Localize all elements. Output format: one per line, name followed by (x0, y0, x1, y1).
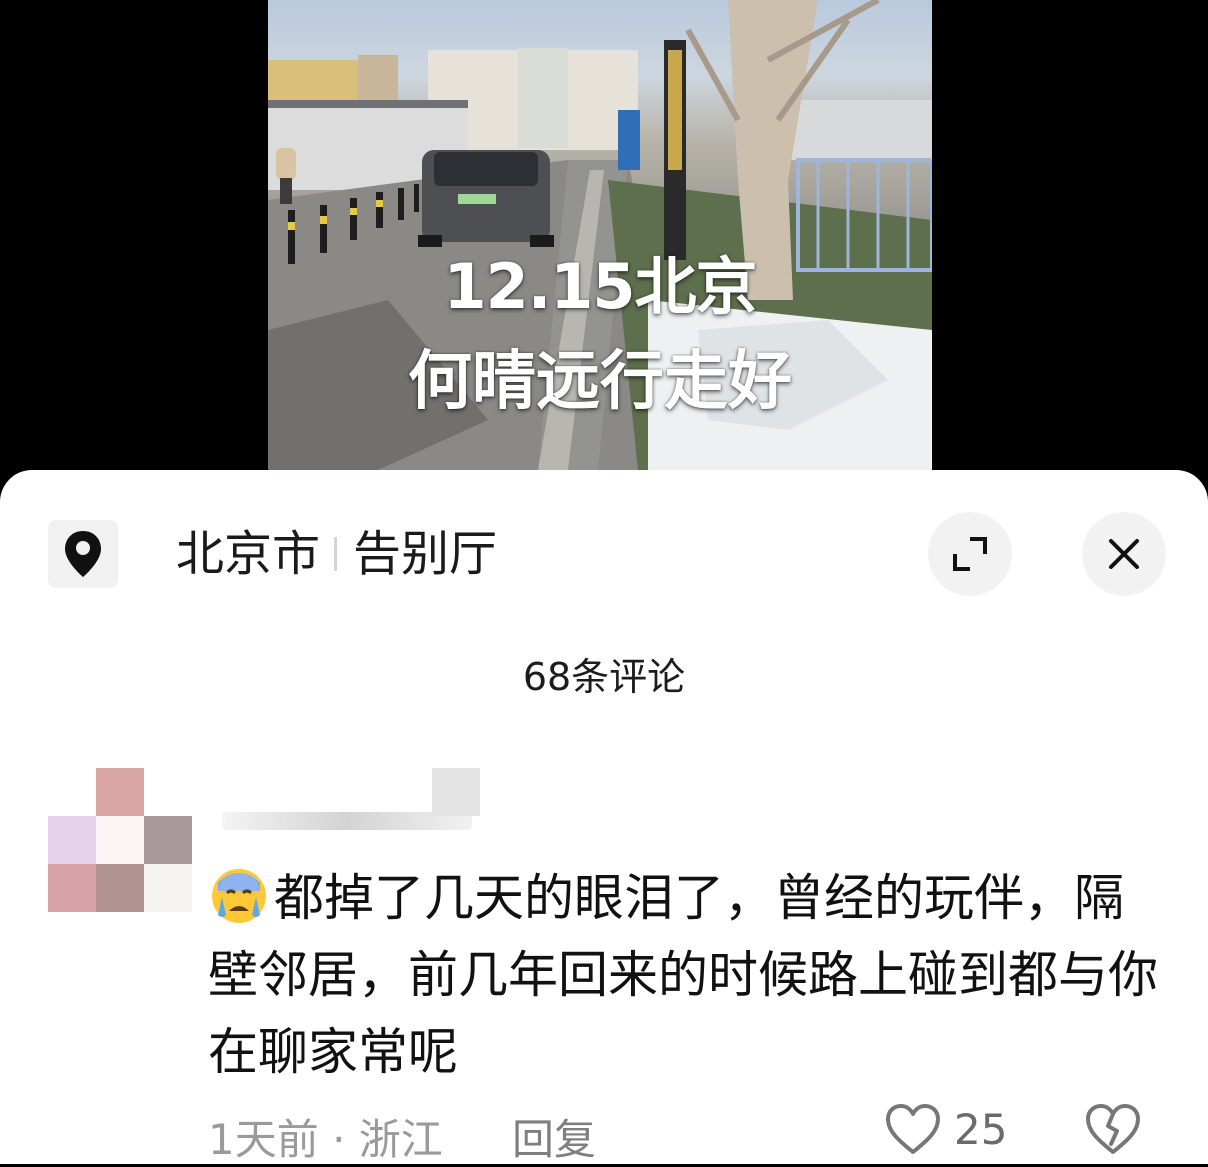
comment-meta: 1天前 · 浙江 (208, 1115, 443, 1164)
heart-icon (886, 1104, 940, 1154)
location-separator (334, 537, 338, 571)
expand-button[interactable] (928, 512, 1012, 596)
location-badge[interactable] (48, 520, 118, 588)
comments-sheet: 北京市 告别厅 68条评论 都掉了几天的眼泪了，曾经的玩伴，隔壁邻居，前几年回来… (0, 470, 1208, 1164)
like-button[interactable]: 25 (884, 1102, 1007, 1156)
username-blurred[interactable] (212, 768, 480, 834)
video-player[interactable]: 12.15北京 何晴远行走好 (0, 0, 1208, 470)
close-icon (1109, 539, 1139, 569)
map-pin-icon (65, 531, 101, 577)
location-place: 告别厅 (353, 526, 498, 582)
dislike-button[interactable] (1084, 1102, 1142, 1160)
comment-text: 都掉了几天的眼泪了，曾经的玩伴，隔壁邻居，前几年回来的时候路上碰到都与你在聊家常… (208, 869, 1158, 1081)
location-link[interactable]: 北京市 告别厅 (176, 524, 497, 584)
close-button[interactable] (1082, 512, 1166, 596)
crying-face-emoji (212, 869, 266, 923)
like-count: 25 (954, 1104, 1008, 1154)
video-caption-date: 12.15北京 (443, 250, 757, 323)
broken-heart-icon (1086, 1104, 1140, 1154)
comment-body: 都掉了几天的眼泪了，曾经的玩伴，隔壁邻居，前几年回来的时候路上碰到都与你在聊家常… (208, 860, 1168, 1091)
video-frame[interactable]: 12.15北京 何晴远行走好 (268, 0, 932, 470)
location-city: 北京市 (176, 526, 321, 582)
reply-button[interactable]: 回复 (512, 1106, 596, 1167)
username-mosaic (432, 768, 480, 816)
expand-icon (953, 537, 987, 571)
video-caption-title: 何晴远行走好 (408, 345, 792, 419)
comment-count-title: 68条评论 (522, 655, 686, 699)
avatar[interactable] (48, 768, 192, 912)
